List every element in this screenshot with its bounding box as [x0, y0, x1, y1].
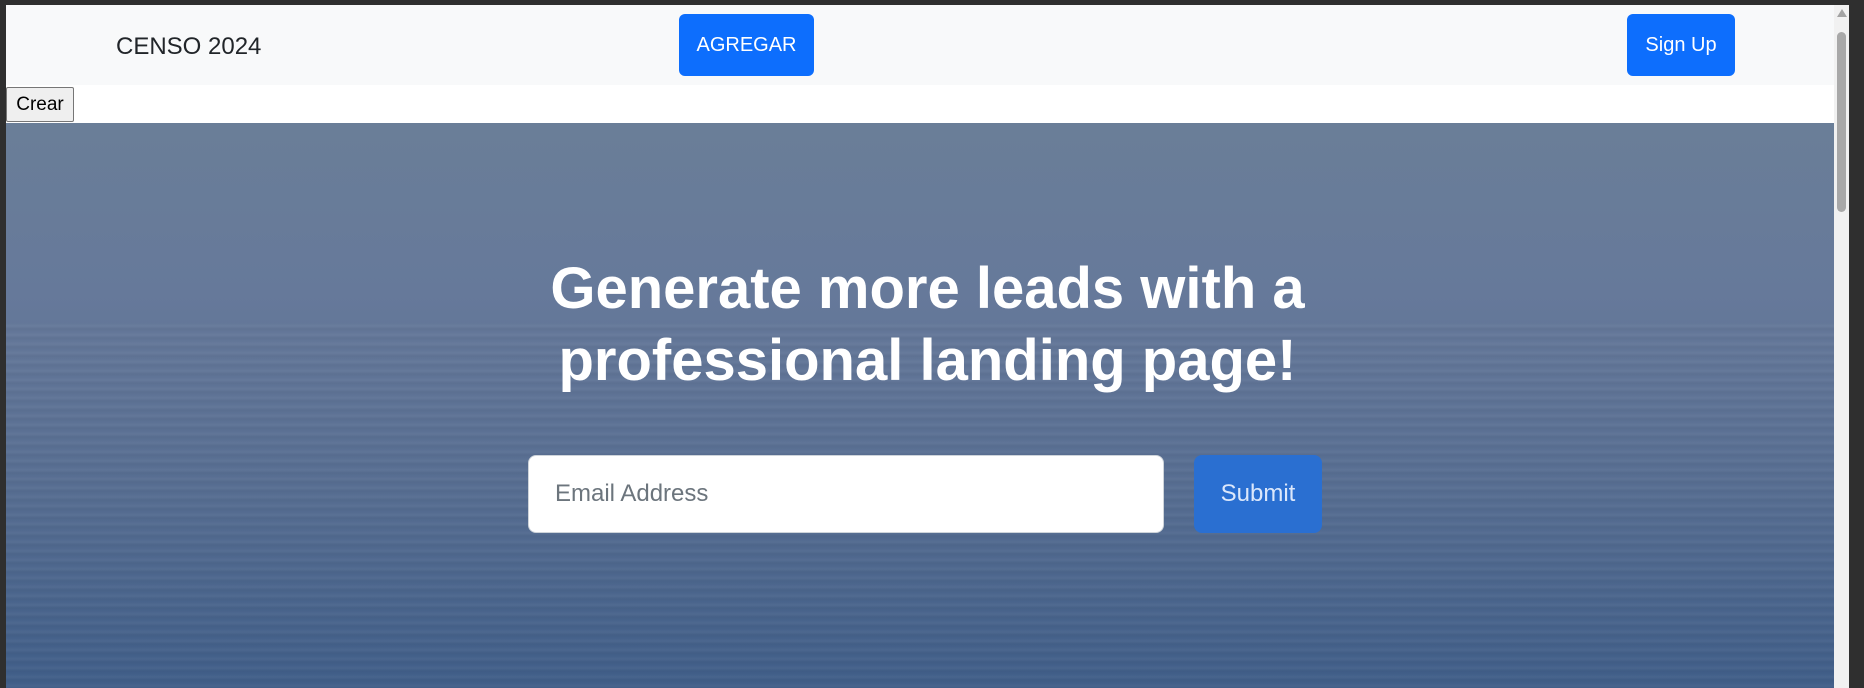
scroll-up-arrow-icon[interactable]: [1837, 9, 1847, 17]
submit-button[interactable]: Submit: [1194, 455, 1322, 533]
hero-section: [6, 123, 1849, 688]
brand-title[interactable]: CENSO 2024: [116, 31, 261, 63]
sign-up-button[interactable]: Sign Up: [1627, 14, 1735, 76]
hero-headline: Generate more leads with a professional …: [6, 253, 1849, 397]
crear-button[interactable]: Crear: [6, 87, 74, 122]
scrollbar-thumb[interactable]: [1837, 32, 1846, 212]
browser-viewport: CENSO 2024 AGREGAR Sign Up Crear Generat…: [6, 5, 1849, 688]
navbar: CENSO 2024 AGREGAR Sign Up: [6, 5, 1849, 85]
hero-headline-line-1: Generate more leads with a: [550, 256, 1305, 321]
hero-headline-line-2: professional landing page!: [558, 328, 1297, 393]
vertical-scrollbar[interactable]: [1834, 5, 1849, 688]
email-input[interactable]: [528, 455, 1164, 533]
agregar-button[interactable]: AGREGAR: [679, 14, 814, 76]
